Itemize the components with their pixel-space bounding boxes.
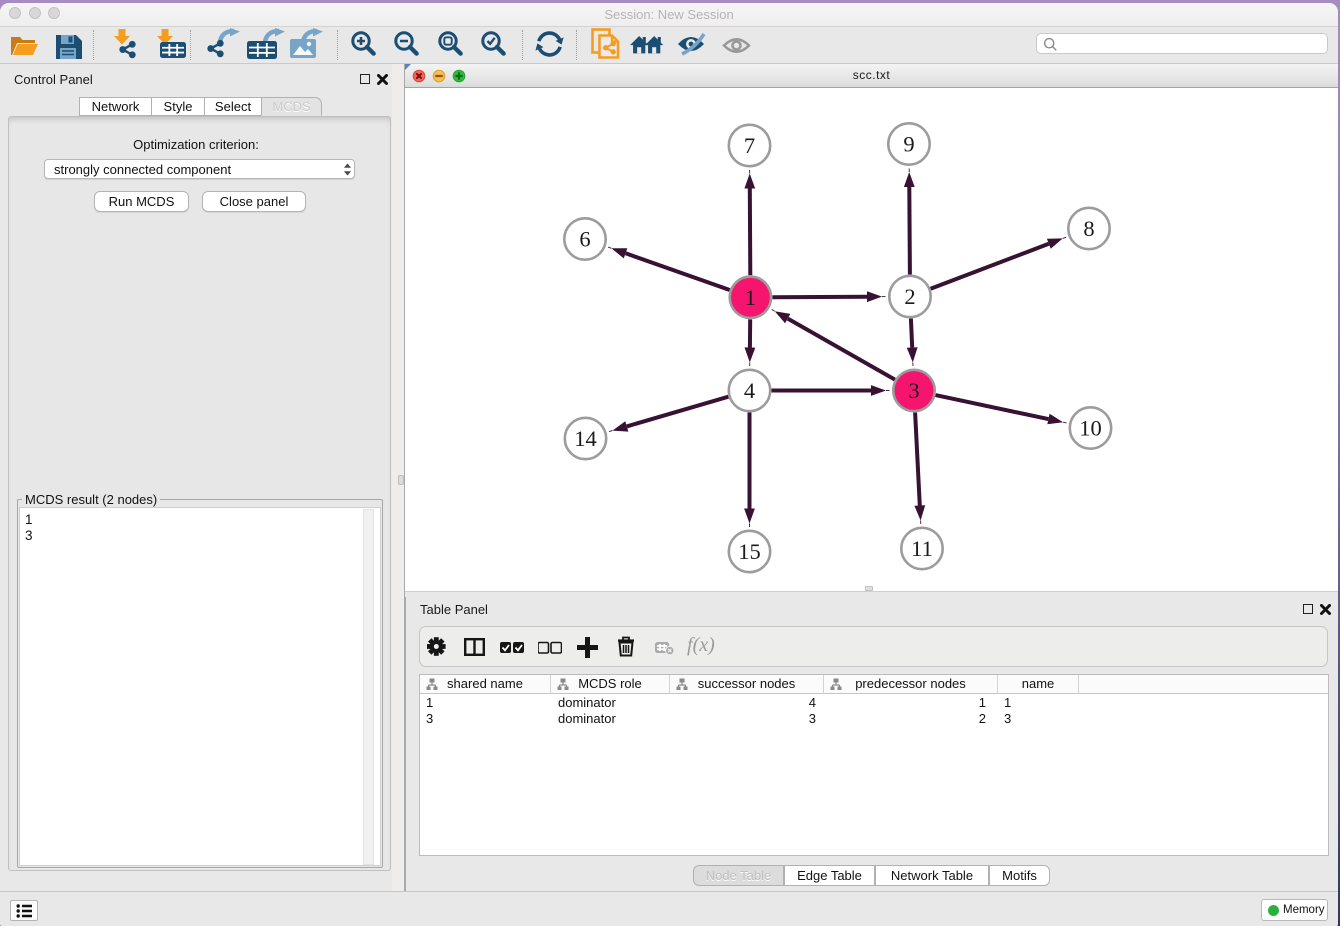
- svg-text:11: 11: [911, 536, 933, 561]
- svg-text:9: 9: [903, 132, 914, 157]
- svg-text:15: 15: [738, 539, 761, 564]
- svg-text:10: 10: [1079, 416, 1102, 441]
- svg-text:1: 1: [745, 285, 756, 310]
- svg-text:8: 8: [1083, 216, 1094, 241]
- svg-text:3: 3: [908, 378, 919, 403]
- svg-text:6: 6: [579, 227, 590, 252]
- svg-text:4: 4: [744, 378, 755, 403]
- svg-text:14: 14: [574, 426, 597, 451]
- svg-text:2: 2: [904, 284, 915, 309]
- svg-text:7: 7: [744, 133, 755, 158]
